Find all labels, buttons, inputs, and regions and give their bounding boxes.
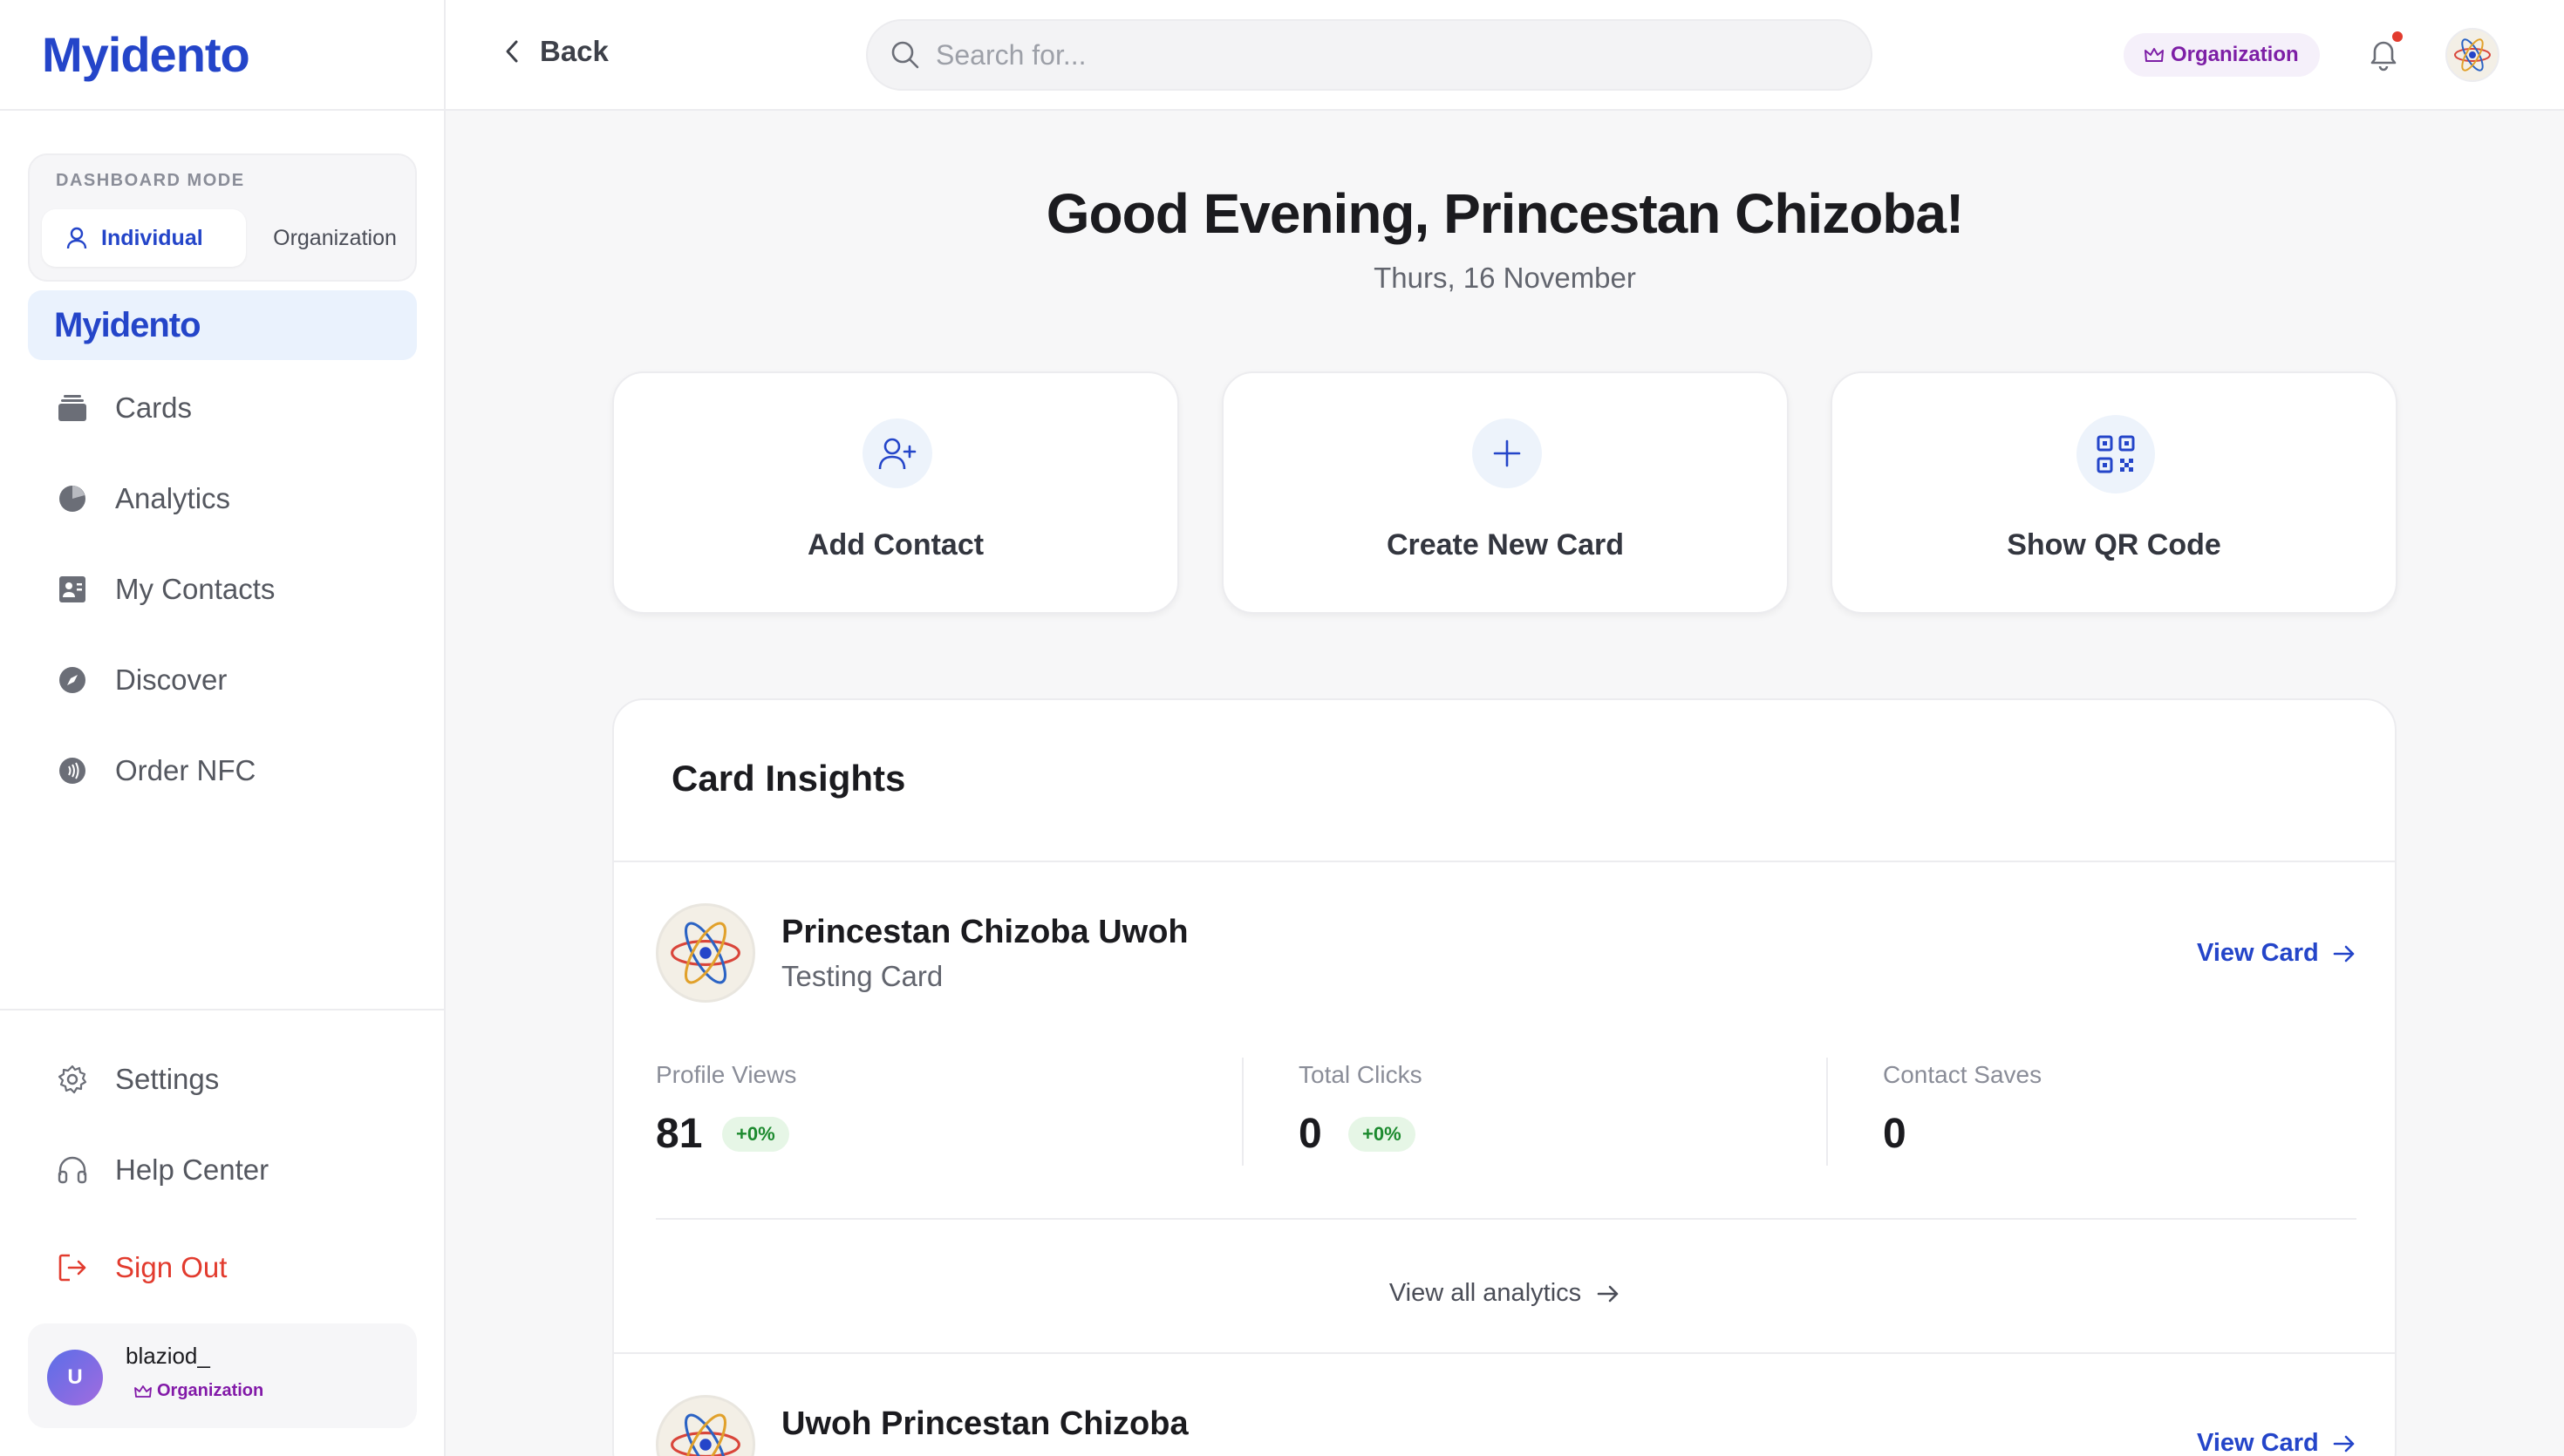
card-avatar xyxy=(656,1395,755,1456)
show-qr-code-label: Show QR Code xyxy=(2007,528,2221,561)
view-all-analytics-link[interactable]: View all analytics xyxy=(614,1279,2395,1308)
back-button[interactable]: Back xyxy=(505,35,609,68)
show-qr-code-button[interactable]: Show QR Code xyxy=(1831,371,2397,614)
user-icon xyxy=(66,227,87,249)
chevron-left-icon xyxy=(506,40,518,63)
sidebar-item-label: Sign Out xyxy=(115,1251,228,1283)
cards-icon xyxy=(58,393,87,423)
user-profile-box[interactable]: U blaziod_ Organization xyxy=(28,1323,417,1428)
stat-total-clicks-label: Total Clicks xyxy=(1299,1061,1422,1088)
sidebar: Myidento DASHBOARD MODE Individual Organ… xyxy=(0,0,446,1456)
view-card-link[interactable]: View Card xyxy=(2197,1429,2356,1456)
sidebar-item-analytics[interactable]: Analytics xyxy=(28,464,417,534)
search-input[interactable] xyxy=(936,38,1808,71)
sidebar-item-label: Discover xyxy=(115,663,228,696)
card-insights-title: Card Insights xyxy=(672,758,906,799)
atom-icon xyxy=(671,1413,740,1456)
search-icon xyxy=(891,41,919,69)
card-avatar xyxy=(656,903,755,1003)
sign-out-icon xyxy=(58,1253,87,1283)
view-all-analytics-label: View all analytics xyxy=(1388,1279,1582,1307)
dashboard-mode-label: DASHBOARD MODE xyxy=(56,171,245,190)
divider xyxy=(614,861,2395,862)
mode-individual-button[interactable]: Individual xyxy=(42,209,246,267)
view-card-label: View Card xyxy=(2197,939,2319,967)
dashboard-mode-switcher: DASHBOARD MODE Individual Organization xyxy=(28,153,417,282)
qr-code-icon xyxy=(2076,415,2155,493)
add-user-icon xyxy=(863,418,932,488)
add-contact-label: Add Contact xyxy=(807,528,985,561)
crown-icon xyxy=(2145,48,2164,62)
view-card-link[interactable]: View Card xyxy=(2197,939,2356,968)
sidebar-brand-logo: Myidento xyxy=(54,305,201,344)
card-name: Uwoh Princestan Chizoba xyxy=(781,1405,1189,1442)
stat-contact-saves-label: Contact Saves xyxy=(1883,1061,2042,1088)
stat-total-clicks-value: 0 xyxy=(1299,1111,1322,1157)
brand-logo[interactable]: Myidento xyxy=(42,26,250,83)
create-new-card-label: Create New Card xyxy=(1386,528,1625,561)
contacts-icon xyxy=(58,575,87,604)
search-bar xyxy=(866,19,1872,91)
sidebar-item-my-contacts[interactable]: My Contacts xyxy=(28,555,417,624)
user-name: blaziod_ xyxy=(126,1343,210,1369)
sidebar-item-label: My Contacts xyxy=(115,573,276,605)
arrow-right-icon xyxy=(2333,1435,2355,1452)
mode-individual-label: Individual xyxy=(101,225,203,250)
stat-profile-views-label: Profile Views xyxy=(656,1061,797,1088)
sidebar-item-settings[interactable]: Settings xyxy=(28,1044,417,1114)
divider xyxy=(1826,1058,1828,1166)
divider xyxy=(1242,1058,1244,1166)
arrow-right-icon xyxy=(1597,1285,1619,1302)
sidebar-item-help-center[interactable]: Help Center xyxy=(28,1135,417,1205)
atom-icon xyxy=(671,922,740,984)
stat-change-badge: +0% xyxy=(1348,1117,1415,1152)
mode-organization-button[interactable]: Organization xyxy=(258,209,412,267)
nfc-icon xyxy=(58,756,87,786)
sidebar-item-home[interactable]: Myidento xyxy=(28,290,417,360)
user-org-badge: Organization xyxy=(134,1381,263,1401)
logo-area: Myidento xyxy=(0,0,444,111)
avatar: U xyxy=(47,1350,103,1405)
sidebar-item-discover[interactable]: Discover xyxy=(28,645,417,715)
sidebar-item-cards[interactable]: Cards xyxy=(28,373,417,443)
profile-avatar[interactable] xyxy=(2445,28,2499,82)
sidebar-item-label: Settings xyxy=(115,1063,220,1095)
arrow-right-icon xyxy=(2333,945,2355,962)
stat-change-badge: +0% xyxy=(722,1117,789,1152)
sidebar-divider xyxy=(0,1009,444,1010)
stat-profile-views-value: 81 xyxy=(656,1111,703,1157)
atom-icon xyxy=(2454,38,2491,71)
view-card-label: View Card xyxy=(2197,1429,2319,1456)
gear-icon xyxy=(58,1065,87,1094)
notification-dot xyxy=(2392,31,2403,42)
user-org-label: Organization xyxy=(157,1381,264,1400)
current-date: Thurs, 16 November xyxy=(1374,262,1636,294)
top-bar: Back Organization xyxy=(446,0,2564,111)
create-new-card-button[interactable]: Create New Card xyxy=(1222,371,1789,614)
divider xyxy=(656,1218,2356,1220)
sidebar-item-label: Cards xyxy=(115,391,193,424)
headphones-icon xyxy=(58,1155,87,1185)
organization-badge[interactable]: Organization xyxy=(2124,33,2320,77)
crown-icon xyxy=(134,1385,152,1398)
card-name: Princestan Chizoba Uwoh xyxy=(781,914,1189,950)
card-subtitle: Testing Card xyxy=(781,960,944,992)
stat-contact-saves-value: 0 xyxy=(1883,1111,1906,1157)
sidebar-item-label: Analytics xyxy=(115,482,231,514)
page-title: Good Evening, Princestan Chizoba! xyxy=(1046,182,1965,245)
mode-organization-label: Organization xyxy=(273,225,397,250)
divider xyxy=(614,1352,2395,1354)
add-contact-button[interactable]: Add Contact xyxy=(612,371,1179,614)
sidebar-item-label: Help Center xyxy=(115,1153,269,1186)
pie-chart-icon xyxy=(58,484,87,514)
compass-icon xyxy=(58,665,87,695)
plus-icon xyxy=(1472,418,1542,488)
sign-out-button[interactable]: Sign Out xyxy=(28,1233,417,1303)
organization-badge-label: Organization xyxy=(2171,43,2299,66)
sidebar-item-label: Order NFC xyxy=(115,754,256,786)
back-label: Back xyxy=(540,35,609,67)
card-insights-panel: Card Insights Princestan Chizoba Uwoh Te… xyxy=(612,698,2397,1456)
sidebar-item-order-nfc[interactable]: Order NFC xyxy=(28,736,417,806)
